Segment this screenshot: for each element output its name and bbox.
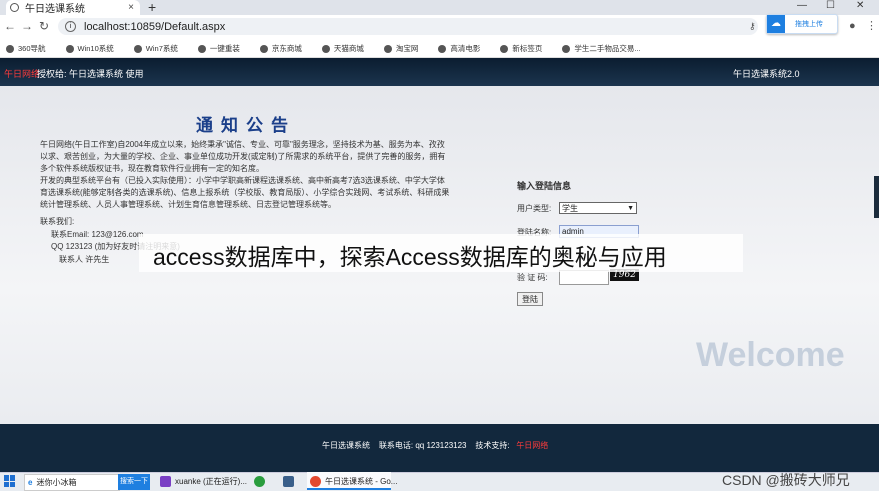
notice-paragraph: 开发的典型系统平台有（已投入实际使用）：小学中学职高新课程选课系统、高中新高考7… <box>40 176 450 209</box>
reload-icon[interactable]: ↻ <box>39 19 49 33</box>
footer-text: 午日选课系统 联系电话: qq 123123123 技术支持: 午日网络 <box>322 440 548 451</box>
captcha-input[interactable] <box>559 270 609 285</box>
chrome-icon <box>310 476 321 487</box>
taskbar-vs-item[interactable]: xuanke (正在运行)... <box>160 476 247 487</box>
info-icon: i <box>65 21 76 32</box>
scrollbar-thumb[interactable] <box>874 176 879 218</box>
bookmark-icon <box>197 44 206 53</box>
brand-badge: 午日网络 <box>4 69 41 79</box>
contact-title: 联系我们: <box>40 217 75 226</box>
bookmark-item[interactable]: 淘宝网 <box>383 43 418 54</box>
bookmark-icon <box>321 44 330 53</box>
footer-support: 技术支持: <box>475 441 510 450</box>
chevron-down-icon: ▼ <box>627 205 634 212</box>
upload-label: 拖拽上传 <box>795 21 823 28</box>
app-icon <box>283 476 294 487</box>
contact-person: 联系人 许先生 <box>59 255 110 264</box>
taskbar-app-item[interactable] <box>283 476 298 487</box>
cloud-upload-icon: ☁ <box>767 15 785 33</box>
maximize-button[interactable]: ☐ <box>826 0 835 11</box>
app-icon <box>254 476 265 487</box>
notice-paragraph: 午日网络(午日工作室)自2004年成立以来，始终秉承"诚信、专业、可靠"服务理念… <box>40 140 446 173</box>
taskbar-app-item[interactable] <box>254 476 269 487</box>
contact-email: 联系Email: 123@126.com <box>51 230 144 239</box>
captcha-label: 验 证 码: <box>517 273 548 282</box>
footer-phone: 联系电话: qq 123123123 <box>378 441 467 450</box>
address-bar[interactable]: i localhost:10859/Default.aspx <box>58 18 758 35</box>
tab-close-button[interactable]: × <box>128 2 134 13</box>
login-title: 输入登陆信息 <box>517 181 572 191</box>
close-window-button[interactable]: ✕ <box>856 0 864 11</box>
usertype-select[interactable]: 学生 ▼ <box>559 202 637 214</box>
bookmark-item[interactable]: 360导航 <box>6 43 46 54</box>
bookmark-item[interactable]: Win7系统 <box>133 43 178 54</box>
bookmark-item[interactable]: 高清电影 <box>438 43 480 54</box>
upload-widget[interactable]: ☁ 拖拽上传 <box>766 14 838 34</box>
taskbar-chrome-label[interactable]: 午日选课系统 - Go... <box>310 476 397 487</box>
bookmark-icon <box>438 44 447 53</box>
bookmark-icon <box>6 44 14 53</box>
back-icon[interactable]: ← <box>4 19 16 33</box>
bookmark-icon <box>133 44 142 53</box>
usertype-label: 用户类型: <box>517 204 552 213</box>
bookmark-item[interactable]: 一键重装 <box>197 43 240 54</box>
profile-icon[interactable]: ● <box>849 20 856 32</box>
taskbar-search-input[interactable]: e 迷你小冰箱 <box>24 474 120 491</box>
bookmark-item[interactable]: 学生二手物品交易... <box>562 43 641 54</box>
globe-icon <box>10 3 19 12</box>
notice-body: 午日网络(午日工作室)自2004年成立以来，始终秉承"诚信、专业、可靠"服务理念… <box>40 139 450 211</box>
visual-studio-icon <box>160 476 171 487</box>
bookmark-item[interactable]: 新标签页 <box>500 43 542 54</box>
footer-support-link[interactable]: 午日网络 <box>516 441 548 450</box>
browser-tab[interactable]: 午日选课系统 × <box>6 0 140 15</box>
bookmarks-bar: 360导航 Win10系统 Win7系统 一键重装 京东商城 天猫商城 淘宝网 … <box>0 40 879 58</box>
key-icon[interactable]: ⚷ <box>749 21 756 32</box>
bookmark-icon <box>562 44 571 53</box>
ie-icon: e <box>28 478 33 487</box>
new-tab-button[interactable]: + <box>148 0 156 15</box>
notice-title: 通知公告 <box>196 116 296 136</box>
bookmark-icon <box>383 44 392 53</box>
bookmark-icon <box>259 44 268 53</box>
menu-icon[interactable]: ⋮ <box>866 19 877 32</box>
footer-system: 午日选课系统 <box>322 441 370 450</box>
tab-title: 午日选课系统 <box>25 4 85 15</box>
login-button[interactable]: 登陆 <box>517 292 543 306</box>
auth-label: 授权给: 午日选课系统 使用 <box>37 69 144 79</box>
bookmark-icon <box>500 44 509 53</box>
forward-icon[interactable]: → <box>21 19 33 33</box>
taskbar-search-button[interactable]: 搜索一下 <box>118 474 150 490</box>
minimize-button[interactable]: — <box>797 0 807 11</box>
banner-text: access数据库中，探索Access数据库的奥秘与应用 <box>153 244 667 270</box>
windows-start-icon[interactable] <box>4 475 16 487</box>
url-text: localhost:10859/Default.aspx <box>84 20 226 33</box>
csdn-watermark: CSDN @搬砖大师兄 <box>722 472 850 488</box>
system-version: 午日选课系统2.0 <box>733 69 800 79</box>
welcome-watermark: Welcome <box>696 336 845 374</box>
bookmark-item[interactable]: Win10系统 <box>65 43 114 54</box>
bookmark-item[interactable]: 天猫商城 <box>321 43 364 54</box>
bookmark-icon <box>65 44 74 53</box>
bookmark-item[interactable]: 京东商城 <box>259 43 302 54</box>
